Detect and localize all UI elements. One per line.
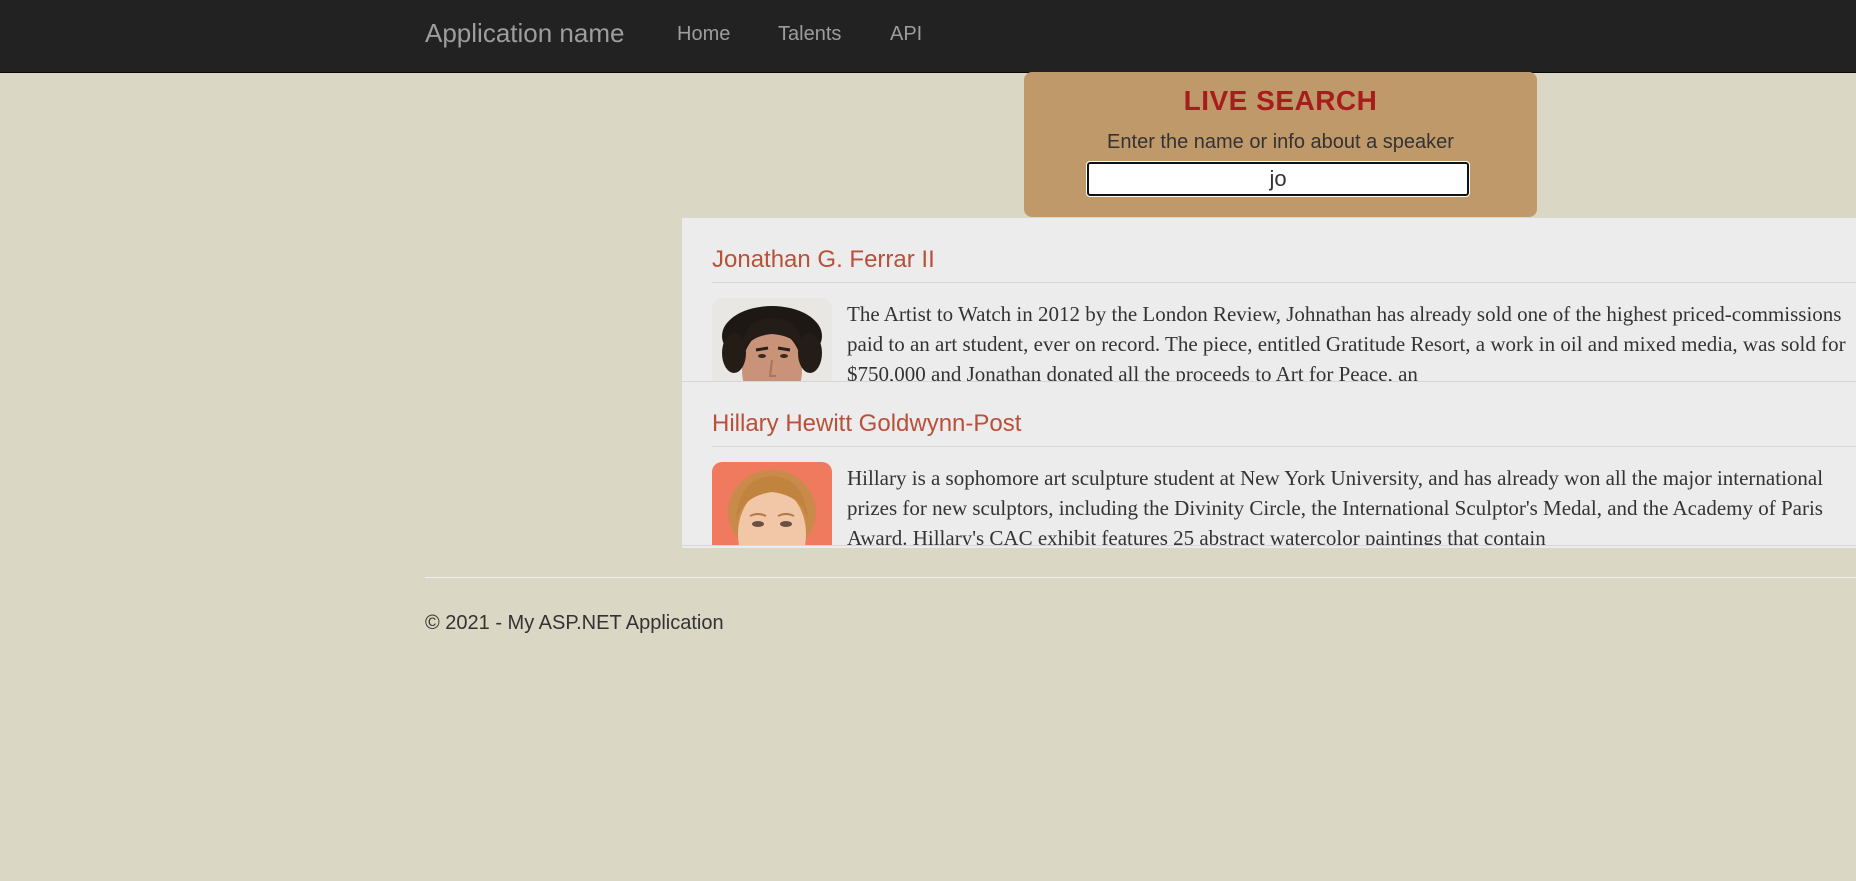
footer-copyright: © 2021 - My ASP.NET Application bbox=[425, 612, 724, 634]
footer-divider bbox=[425, 577, 1856, 578]
result-name-link[interactable]: Jonathan G. Ferrar II bbox=[712, 246, 935, 274]
result-item: Jonathan G. Ferrar II The Artist to Watc… bbox=[682, 218, 1856, 382]
divider bbox=[712, 282, 1856, 283]
nav-api-link[interactable]: API bbox=[890, 23, 922, 46]
live-search-label: Enter the name or info about a speaker bbox=[1107, 131, 1454, 153]
speaker-search-input[interactable] bbox=[1086, 161, 1470, 197]
result-bio: Hillary is a sophomore art sculpture stu… bbox=[847, 466, 1824, 546]
result-name-link[interactable]: Hillary Hewitt Goldwynn-Post bbox=[712, 410, 1021, 438]
brand-link[interactable]: Application name bbox=[425, 18, 624, 49]
divider bbox=[712, 446, 1856, 447]
nav-home-link[interactable]: Home bbox=[677, 23, 730, 46]
search-results-list: Jonathan G. Ferrar II The Artist to Watc… bbox=[682, 217, 1856, 548]
speaker-photo bbox=[712, 298, 832, 381]
top-navbar: Application name Home Talents API bbox=[0, 0, 1856, 73]
result-item: Hillary Hewitt Goldwynn-Post Hillary is … bbox=[682, 382, 1856, 546]
live-search-title: LIVE SEARCH bbox=[1183, 85, 1378, 116]
speaker-photo bbox=[712, 462, 832, 545]
nav-talents-link[interactable]: Talents bbox=[778, 23, 841, 46]
result-bio: The Artist to Watch in 2012 by the Londo… bbox=[847, 302, 1846, 382]
live-search-panel: LIVE SEARCH Enter the name or info about… bbox=[1024, 72, 1537, 217]
